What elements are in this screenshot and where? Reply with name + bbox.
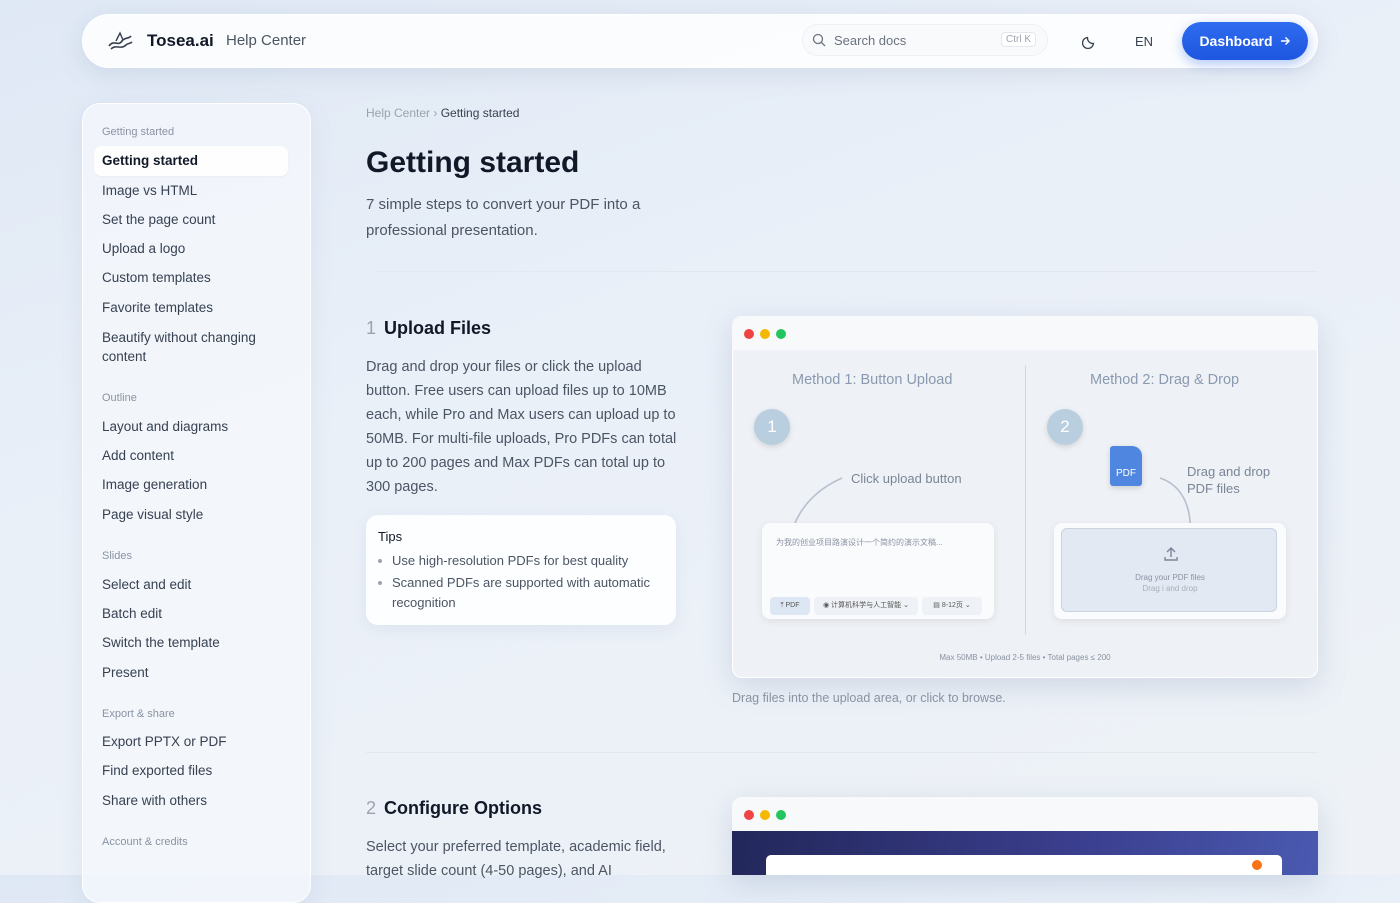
method-divider <box>1025 366 1026 634</box>
sidebar-item-present[interactable]: Present <box>102 663 282 682</box>
sidebar-item-set-page-count[interactable]: Set the page count <box>102 210 282 229</box>
search-placeholder: Search docs <box>834 33 907 48</box>
dropzone-line-2: Drag i and drop <box>1142 584 1198 593</box>
page-title: Getting started <box>366 146 580 179</box>
sidebar-item-select-edit[interactable]: Select and edit <box>102 575 282 594</box>
dropzone-card: Drag your PDF files Drag i and drop <box>1054 523 1286 619</box>
breadcrumb-current: Getting started <box>440 106 520 120</box>
step-2-title-text: Configure Options <box>384 798 542 818</box>
step-1-description: Drag and drop your files or click the up… <box>366 359 677 495</box>
sidebar-item-upload-logo[interactable]: Upload a logo <box>102 239 282 258</box>
minimize-dot-icon <box>760 329 770 339</box>
drag-drop-note: Drag and drop PDF files <box>1187 464 1271 496</box>
bullet-icon <box>378 581 382 585</box>
close-dot-icon <box>744 810 754 820</box>
dashboard-button[interactable]: Dashboard <box>1182 22 1308 60</box>
app-preview-banner <box>732 831 1318 875</box>
maximize-dot-icon <box>776 810 786 820</box>
sidebar-item-page-visual-style[interactable]: Page visual style <box>102 505 282 524</box>
sidebar-heading-outline: Outline <box>102 392 137 404</box>
page-count-chip: ▤ 8-12页 ⌄ <box>922 597 982 615</box>
upload-icon <box>1164 547 1178 561</box>
field-select-chip: ◉ 计算机科学与人工智能 ⌄ <box>814 597 918 615</box>
sidebar-item-image-vs-html[interactable]: Image vs HTML <box>102 181 282 200</box>
dashboard-button-label: Dashboard <box>1199 33 1273 49</box>
sidebar-heading-slides: Slides <box>102 550 132 562</box>
tosea-logo-icon[interactable] <box>106 29 134 53</box>
breadcrumb-separator: › <box>433 106 438 120</box>
sidebar-item-switch-template[interactable]: Switch the template <box>102 633 282 652</box>
pdf-upload-chip: ⤒ PDF <box>770 597 810 615</box>
sidebar-heading-export-share: Export & share <box>102 708 175 720</box>
sidebar-item-layout-diagrams[interactable]: Layout and diagrams <box>102 417 282 436</box>
chat-input-card: 为我的创业项目路演设计一个简约的演示文稿... ⤒ PDF ◉ 计算机科学与人工… <box>762 523 994 619</box>
top-navbar: Tosea.ai Help Center Search docs Ctrl K … <box>82 14 1318 68</box>
step-2-title: 2 Configure Options <box>366 798 542 819</box>
method-1-title: Method 1: Button Upload <box>792 372 953 388</box>
page-subtitle: 7 simple steps to convert your PDF into … <box>366 196 641 239</box>
upload-limits-text: Max 50MB • Upload 2-5 files • Total page… <box>939 653 1111 662</box>
dropzone-area <box>1061 528 1277 612</box>
tips-card: Tips Use high-resolution PDFs for best q… <box>366 515 676 625</box>
prompt-preview-text: 为我的创业项目路演设计一个简约的演示文稿... <box>776 538 943 547</box>
sidebar-heading-account-credits: Account & credits <box>102 836 188 848</box>
sidebar-item-getting-started[interactable]: Getting started <box>94 146 288 176</box>
sidebar-item-share-others[interactable]: Share with others <box>102 791 282 810</box>
step-2-description: Select your preferred template, academic… <box>366 839 666 879</box>
sidebar-item-export-pptx-pdf[interactable]: Export PPTX or PDF <box>102 732 282 751</box>
search-icon <box>812 33 826 47</box>
sidebar-heading-getting-started: Getting started <box>102 126 175 138</box>
language-switch[interactable]: EN <box>1135 34 1153 49</box>
step-1-number: 1 <box>366 318 377 338</box>
search-docs-input[interactable]: Search docs Ctrl K <box>802 24 1048 56</box>
section-divider <box>366 752 1318 753</box>
maximize-dot-icon <box>776 329 786 339</box>
sidebar-item-custom-templates[interactable]: Custom templates <box>102 268 282 287</box>
search-shortcut-badge: Ctrl K <box>1001 32 1036 47</box>
method-2-badge: 2 <box>1047 409 1083 445</box>
sidebar-item-batch-edit[interactable]: Batch edit <box>102 604 282 623</box>
click-upload-note: Click upload button <box>851 471 962 486</box>
dark-mode-toggle-icon[interactable] <box>1082 33 1098 49</box>
close-dot-icon <box>744 329 754 339</box>
sidebar-item-beautify[interactable]: Beautify without changing content <box>102 328 282 366</box>
tip-item: Scanned PDFs are supported with automati… <box>392 575 650 610</box>
pdf-file-icon: PDF <box>1110 446 1142 486</box>
brand-subtitle[interactable]: Help Center <box>226 32 306 49</box>
configure-illustration-window <box>732 797 1318 875</box>
method-1-badge: 1 <box>754 409 790 445</box>
bullet-icon <box>378 559 382 563</box>
step-2-number: 2 <box>366 798 377 818</box>
sidebar-item-favorite-templates[interactable]: Favorite templates <box>102 298 282 317</box>
window-titlebar <box>732 316 1318 350</box>
section-divider <box>376 271 1318 272</box>
dropzone-line-1: Drag your PDF files <box>1135 573 1205 582</box>
method-2-title: Method 2: Drag & Drop <box>1090 372 1240 388</box>
step-1-title-text: Upload Files <box>384 318 492 338</box>
window-titlebar <box>732 797 1318 831</box>
app-preview-window <box>766 855 1282 875</box>
sidebar-item-find-exported[interactable]: Find exported files <box>102 761 282 780</box>
sidebar-item-image-generation[interactable]: Image generation <box>102 475 282 494</box>
docs-sidebar: Getting started Getting started Image vs… <box>82 103 311 903</box>
brand-name[interactable]: Tosea.ai <box>147 31 214 51</box>
upload-illustration-window: Method 1: Button Upload Method 2: Drag &… <box>732 316 1318 678</box>
arrow-right-icon <box>1280 36 1290 46</box>
avatar <box>1252 860 1262 870</box>
sidebar-item-add-content[interactable]: Add content <box>102 446 282 465</box>
illustration-caption: Drag files into the upload area, or clic… <box>732 691 1006 705</box>
breadcrumb: Help Center › Getting started <box>366 106 519 120</box>
step-1-title: 1 Upload Files <box>366 318 491 339</box>
tips-title: Tips <box>378 529 403 544</box>
breadcrumb-root[interactable]: Help Center <box>366 106 430 120</box>
minimize-dot-icon <box>760 810 770 820</box>
tip-item: Use high-resolution PDFs for best qualit… <box>392 553 629 568</box>
